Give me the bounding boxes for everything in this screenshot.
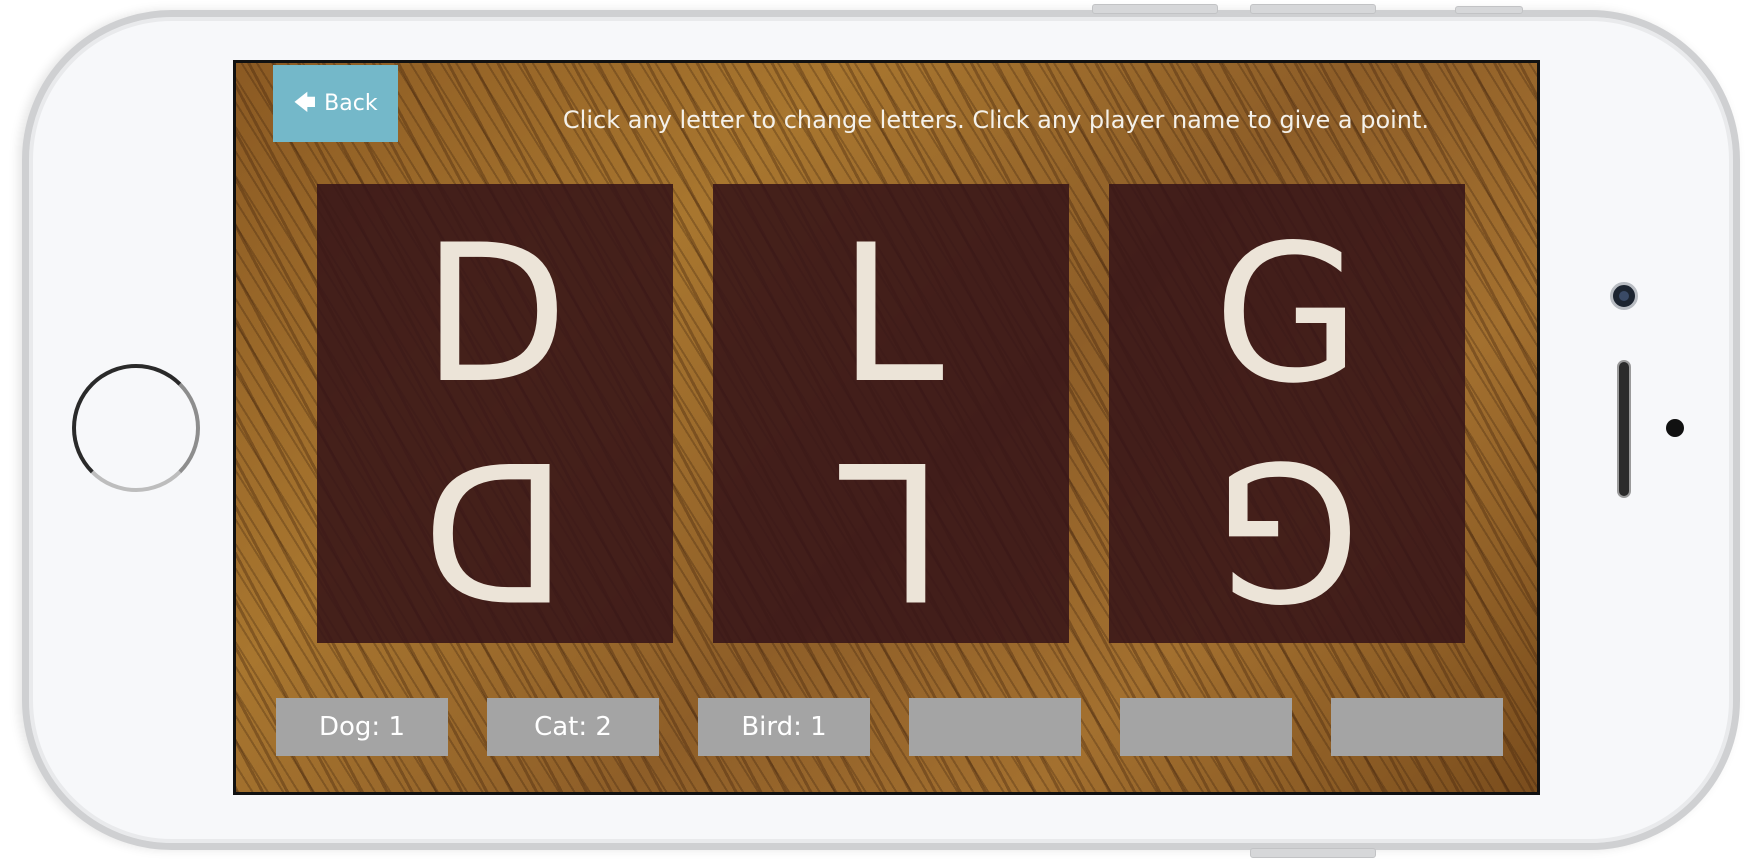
front-camera-icon <box>1610 282 1638 310</box>
proximity-sensor <box>1666 419 1684 437</box>
phone-side-button <box>1250 4 1376 14</box>
phone-side-button <box>1455 6 1523 14</box>
phone-side-button <box>1092 4 1218 14</box>
letter-tile-2[interactable]: L L <box>713 184 1069 643</box>
letter-tile-3[interactable]: G G <box>1109 184 1465 643</box>
back-button-label: Back <box>324 91 378 116</box>
player-button-empty[interactable] <box>909 698 1081 756</box>
player-button-cat[interactable]: Cat: 2 <box>487 698 659 756</box>
speaker-grille <box>1617 360 1631 498</box>
player-button-dog[interactable]: Dog: 1 <box>276 698 448 756</box>
tile-letter-inverted: L <box>838 419 944 640</box>
phone-side-button <box>1250 848 1376 858</box>
game-screen: 🡄 Back Click any letter to change letter… <box>233 60 1540 795</box>
player-button-empty[interactable] <box>1331 698 1503 756</box>
tile-letter: G <box>1213 204 1361 425</box>
tile-letter-inverted: G <box>1213 419 1361 640</box>
back-button[interactable]: 🡄 Back <box>273 65 398 142</box>
instructions-text: Click any letter to change letters. Clic… <box>562 106 1430 134</box>
letter-tile-1[interactable]: D D <box>317 184 673 643</box>
player-button-empty[interactable] <box>1120 698 1292 756</box>
tile-letter-inverted: D <box>421 419 569 640</box>
home-button[interactable] <box>72 364 200 492</box>
tile-letter: D <box>421 204 569 425</box>
player-button-bird[interactable]: Bird: 1 <box>698 698 870 756</box>
tile-letter: L <box>838 204 944 425</box>
arrow-left-icon: 🡄 <box>293 90 317 116</box>
